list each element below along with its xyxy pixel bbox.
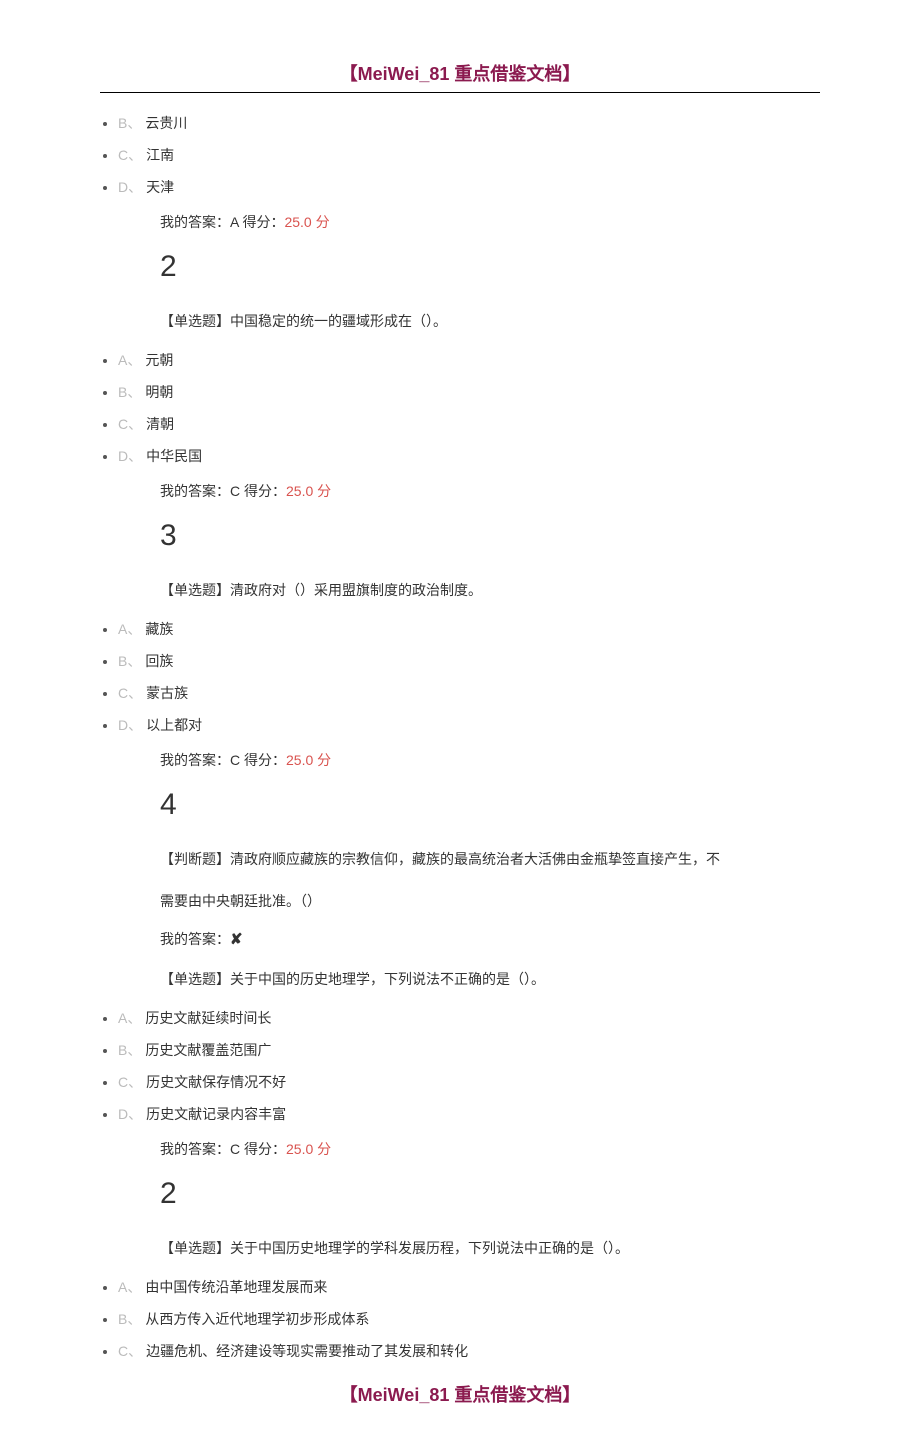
q6-option-b: B、从西方传入近代地理学初步形成体系 xyxy=(118,1309,820,1329)
q1-option-b: B、云贵川 xyxy=(118,113,820,133)
q5-stem: 【单选题】关于中国的历史地理学，下列说法不正确的是（）。 xyxy=(160,963,820,997)
q3-option-c: C、蒙古族 xyxy=(118,683,820,703)
q3-number: 3 xyxy=(160,507,820,564)
q2-option-d: D、中华民国 xyxy=(118,446,820,466)
option-letter: A、 xyxy=(118,352,141,368)
q3-stem: 【单选题】清政府对（）采用盟旗制度的政治制度。 xyxy=(160,574,820,608)
option-text: 从西方传入近代地理学初步形成体系 xyxy=(145,1311,369,1327)
option-text: 边疆危机、经济建设等现实需要推动了其发展和转化 xyxy=(146,1343,468,1359)
option-letter: C、 xyxy=(118,685,142,701)
option-text: 历史文献记录内容丰富 xyxy=(146,1106,286,1122)
option-text: 清朝 xyxy=(146,416,174,432)
q2-answer: 我的答案：C 得分：25.0 分 xyxy=(160,478,820,505)
q3-score: 25.0 分 xyxy=(286,752,331,768)
q2-option-a: A、元朝 xyxy=(118,350,820,370)
option-text: 历史文献延续时间长 xyxy=(145,1010,271,1026)
q1-option-c: C、江南 xyxy=(118,145,820,165)
q4-number: 4 xyxy=(160,776,820,833)
option-text: 由中国传统沿革地理发展而来 xyxy=(145,1279,327,1295)
option-text: 蒙古族 xyxy=(146,685,188,701)
option-letter: D、 xyxy=(118,448,142,464)
option-text: 云贵川 xyxy=(145,115,187,131)
q5-option-c: C、历史文献保存情况不好 xyxy=(118,1072,820,1092)
option-letter: C、 xyxy=(118,1074,142,1090)
q4-stem-line1: 【判断题】清政府顺应藏族的宗教信仰，藏族的最高统治者大活佛由金瓶挚签直接产生，不 xyxy=(160,843,820,877)
option-text: 元朝 xyxy=(145,352,173,368)
option-text: 江南 xyxy=(146,147,174,163)
option-letter: C、 xyxy=(118,416,142,432)
option-letter: B、 xyxy=(118,653,141,669)
q6-number: 2 xyxy=(160,1165,820,1222)
q2-options: A、元朝 B、明朝 C、清朝 D、中华民国 xyxy=(100,350,820,466)
option-text: 天津 xyxy=(146,179,174,195)
option-letter: C、 xyxy=(118,1343,142,1359)
q1-score: 25.0 分 xyxy=(284,214,329,230)
q5-score: 25.0 分 xyxy=(286,1141,331,1157)
q3-options: A、藏族 B、回族 C、蒙古族 D、以上都对 xyxy=(100,619,820,735)
option-letter: D、 xyxy=(118,1106,142,1122)
option-text: 回族 xyxy=(145,653,173,669)
q3-option-a: A、藏族 xyxy=(118,619,820,639)
option-letter: A、 xyxy=(118,621,141,637)
option-letter: C、 xyxy=(118,147,142,163)
q6-option-c: C、边疆危机、经济建设等现实需要推动了其发展和转化 xyxy=(118,1341,820,1361)
option-text: 中华民国 xyxy=(146,448,202,464)
option-letter: B、 xyxy=(118,115,141,131)
option-letter: D、 xyxy=(118,717,142,733)
q5-answer: 我的答案：C 得分：25.0 分 xyxy=(160,1136,820,1163)
q1-option-d: D、天津 xyxy=(118,177,820,197)
q5-option-d: D、历史文献记录内容丰富 xyxy=(118,1104,820,1124)
q6-stem: 【单选题】关于中国历史地理学的学科发展历程，下列说法中正确的是（）。 xyxy=(160,1232,820,1266)
option-letter: D、 xyxy=(118,179,142,195)
q3-answer: 我的答案：C 得分：25.0 分 xyxy=(160,747,820,774)
option-text: 明朝 xyxy=(145,384,173,400)
q5-options: A、历史文献延续时间长 B、历史文献覆盖范围广 C、历史文献保存情况不好 D、历… xyxy=(100,1008,820,1124)
option-text: 历史文献覆盖范围广 xyxy=(145,1042,271,1058)
q2-option-b: B、明朝 xyxy=(118,382,820,402)
q1-answer: 我的答案：A 得分：25.0 分 xyxy=(160,209,820,236)
q3-option-b: B、回族 xyxy=(118,651,820,671)
option-letter: B、 xyxy=(118,384,141,400)
q5-option-a: A、历史文献延续时间长 xyxy=(118,1008,820,1028)
option-letter: B、 xyxy=(118,1042,141,1058)
option-letter: A、 xyxy=(118,1279,141,1295)
q2-stem: 【单选题】中国稳定的统一的疆域形成在（）。 xyxy=(160,305,820,339)
q3-option-d: D、以上都对 xyxy=(118,715,820,735)
option-letter: B、 xyxy=(118,1311,141,1327)
q6-options: A、由中国传统沿革地理发展而来 B、从西方传入近代地理学初步形成体系 C、边疆危… xyxy=(100,1277,820,1361)
page-footer: 【MeiWei_81 重点借鉴文档】 xyxy=(100,1381,820,1407)
q2-option-c: C、清朝 xyxy=(118,414,820,434)
q4-answer: 我的答案：✘ xyxy=(160,926,820,955)
x-mark-icon: ✘ xyxy=(230,931,243,948)
page-header: 【MeiWei_81 重点借鉴文档】 xyxy=(100,60,820,93)
q6-option-a: A、由中国传统沿革地理发展而来 xyxy=(118,1277,820,1297)
option-text: 藏族 xyxy=(145,621,173,637)
q1-options: B、云贵川 C、江南 D、天津 xyxy=(100,113,820,197)
option-letter: A、 xyxy=(118,1010,141,1026)
q2-score: 25.0 分 xyxy=(286,483,331,499)
q4-stem-line2: 需要由中央朝廷批准。（） xyxy=(160,885,820,919)
q5-option-b: B、历史文献覆盖范围广 xyxy=(118,1040,820,1060)
option-text: 以上都对 xyxy=(146,717,202,733)
option-text: 历史文献保存情况不好 xyxy=(146,1074,286,1090)
q2-number: 2 xyxy=(160,238,820,295)
